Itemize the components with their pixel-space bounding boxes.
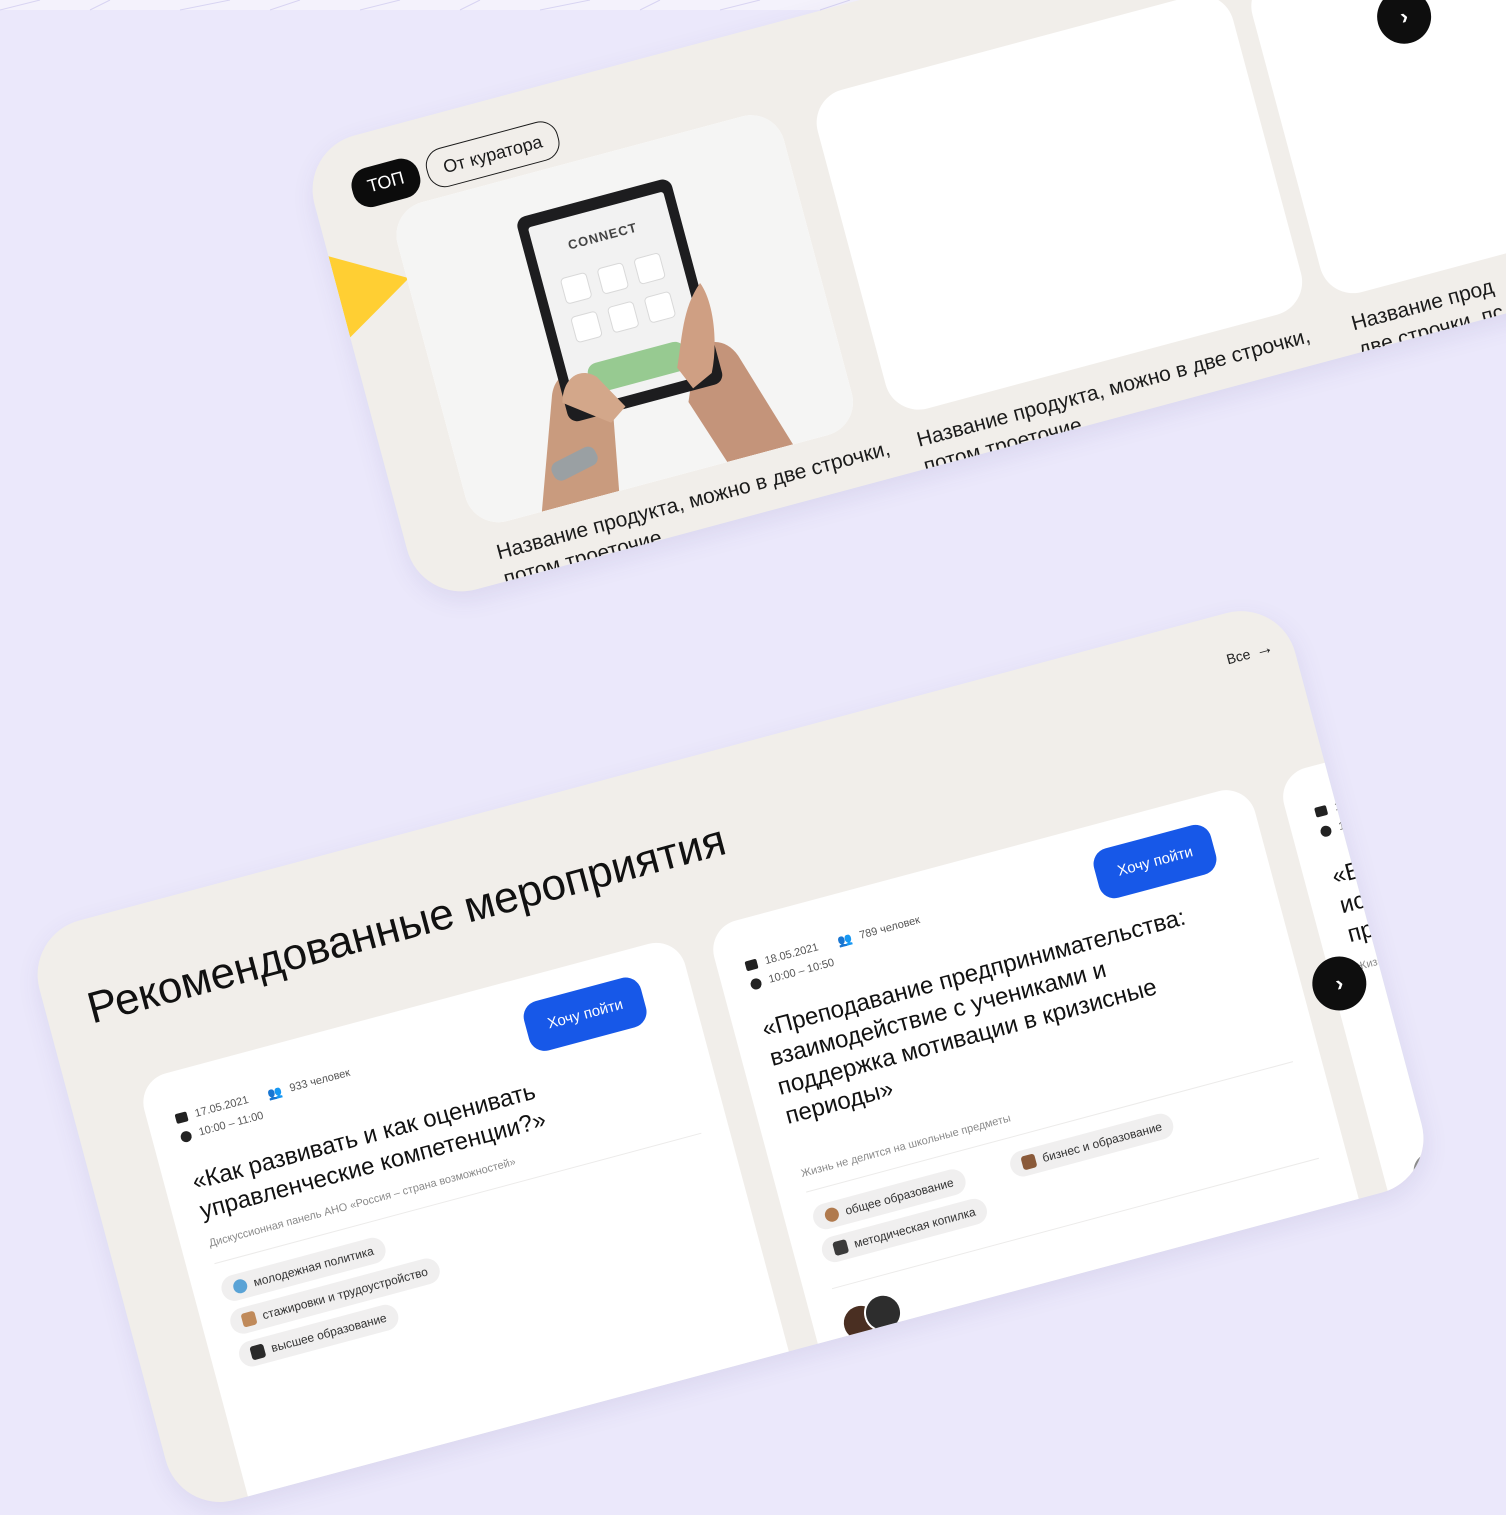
globe-icon bbox=[231, 1277, 249, 1295]
event-title: «Преподавание предпринимательства: взаим… bbox=[759, 903, 1189, 1130]
event-date-row: 10 bbox=[1314, 799, 1348, 819]
company-name: Название компании bbox=[564, 579, 657, 604]
filter-chip-top[interactable]: ТОП bbox=[347, 154, 425, 212]
clock-icon bbox=[179, 1129, 193, 1143]
all-events-link[interactable]: Все → bbox=[1224, 637, 1276, 670]
event-title: «Бо исс про bbox=[1329, 853, 1390, 949]
want-to-go-button[interactable]: Хочу пойти bbox=[520, 973, 651, 1055]
company-logo bbox=[933, 482, 978, 527]
company-logo bbox=[1367, 366, 1412, 411]
clock-icon bbox=[749, 976, 763, 991]
calendar-icon bbox=[174, 1111, 189, 1125]
people-icon: 👥 bbox=[265, 1084, 284, 1102]
want-to-go-button[interactable]: Хочу пойти bbox=[1089, 821, 1221, 902]
people-icon: 👥 bbox=[835, 931, 854, 949]
product-company: Название компании bbox=[933, 455, 1080, 527]
event-time: 1 bbox=[1337, 819, 1347, 834]
calendar-icon bbox=[1314, 804, 1329, 818]
event-date: 10 bbox=[1333, 798, 1349, 814]
briefcase-icon bbox=[1020, 1153, 1038, 1171]
company-name: Название компании bbox=[984, 467, 1077, 502]
chevron-right-icon: › bbox=[1332, 969, 1346, 997]
event-card[interactable]: 17.05.2021 👥 933 человек 10:00 – 11:00 Х… bbox=[136, 936, 800, 1515]
product-company: Название компании bbox=[1367, 339, 1506, 411]
event-title: «Как развивать и как оценивать управленч… bbox=[189, 1077, 549, 1225]
events-section: Рекомендованные мероприятия Все → 17.05.… bbox=[25, 598, 1436, 1515]
calendar-icon bbox=[744, 958, 759, 972]
company-logo bbox=[512, 595, 557, 604]
avatar bbox=[1407, 1146, 1436, 1194]
event-time-row: 1 bbox=[1319, 820, 1346, 838]
event-subtitle: Жизнь не делится на школьные предметы bbox=[799, 1112, 1012, 1181]
face-icon bbox=[823, 1206, 841, 1224]
clock-icon bbox=[1319, 824, 1333, 838]
arrow-right-icon: → bbox=[1252, 636, 1276, 661]
graduation-cap-icon bbox=[249, 1343, 267, 1361]
tag-label: бизнес и образование bbox=[1040, 1119, 1164, 1166]
event-participants: 789 человек bbox=[858, 914, 922, 942]
event-participants: 933 человек bbox=[288, 1066, 352, 1095]
folder-icon bbox=[832, 1238, 850, 1257]
company-name: Название компании bbox=[1419, 350, 1506, 386]
document-icon bbox=[240, 1310, 258, 1328]
event-tag[interactable]: бизнес и образование bbox=[1007, 1110, 1177, 1180]
all-link-label: Все bbox=[1224, 645, 1252, 667]
event-card[interactable]: 18.05.2021 👥 789 человек 10:00 – 10:50 Х… bbox=[706, 783, 1370, 1383]
products-carousel: ТОП От куратора CONNECT Название продукт… bbox=[300, 0, 1506, 604]
chevron-right-icon: › bbox=[1397, 3, 1411, 30]
